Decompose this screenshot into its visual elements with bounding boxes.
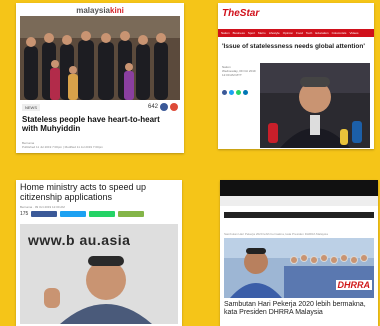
nav-item[interactable]: Columnists [332,31,347,35]
share-icon[interactable] [170,103,178,111]
category-tag[interactable]: NEWS [22,104,40,111]
share-bar: 175 [20,211,145,217]
article-meta: Nation Wednesday, 09 Oct 2019 12:00 AM M… [222,65,256,77]
byline: Bernama Published 11 Jul 2019 7:00pm | M… [22,141,103,149]
article-photo: www.b au.asia [20,224,178,324]
share-count: 175 [20,211,29,217]
article-meta: Bernama · 09 Oct 2019 12:00 AM [20,205,65,209]
share-icon[interactable] [243,90,248,95]
news-card-thestar[interactable]: TheStar Nation Business Sport Metro Life… [218,3,374,149]
banner-url: www.b au.asia [28,232,131,248]
twitter-icon[interactable] [229,90,234,95]
facebook-icon[interactable] [160,103,168,111]
share-button[interactable] [118,211,145,217]
nav-item[interactable]: Education [315,31,328,35]
share-bar: 642 [148,103,178,111]
article-headline[interactable]: Home ministry acts to speed up citizensh… [20,182,180,202]
dhrra-logo: DHRRA [335,280,372,290]
nav-item[interactable]: Videos [349,31,358,35]
article-headline[interactable]: Stateless people have heart-to-heart wit… [22,115,172,133]
article-headline[interactable]: Sambutan Hari Pekerja 2020 lebih bermakn… [224,301,374,317]
nav-item[interactable]: Business [233,31,245,35]
nav-item[interactable]: Metro [258,31,266,35]
news-card-home-ministry[interactable]: Home ministry acts to speed up citizensh… [16,180,182,326]
article-headline[interactable]: 'Issue of statelessness needs global att… [222,43,370,50]
share-count: 642 [147,104,158,110]
breadcrumb: Sambutan Hari Pekerja 2020 lebih bermakn… [224,232,328,236]
nav-item[interactable]: Lifestyle [269,31,280,35]
facebook-icon[interactable] [222,90,227,95]
nav-bar: Nation Business Sport Metro Lifestyle Op… [218,29,374,37]
nav-item[interactable]: Food [296,31,303,35]
masthead: TheStar [218,3,374,25]
site-subheader [220,196,378,206]
share-icons [222,90,248,95]
news-card-dhrra[interactable]: Sambutan Hari Pekerja 2020 lebih bermakn… [220,180,378,326]
nav-item[interactable]: Nation [221,31,230,35]
thestar-logo: TheStar [222,8,260,19]
malaysiakini-logo: malaysiakini [76,6,124,15]
group-photo [20,16,180,100]
nav-item[interactable]: Sport [248,31,255,35]
twitter-share-button[interactable] [60,211,87,217]
facebook-share-button[interactable] [31,211,58,217]
whatsapp-icon[interactable] [236,90,241,95]
news-card-malaysiakini[interactable]: malaysiakini NEWS 642 Stateless people h… [16,3,184,153]
nav-item[interactable]: Tech [306,31,312,35]
article-photo [260,63,370,148]
site-header [220,180,378,196]
nav-bar[interactable] [224,212,374,218]
whatsapp-share-button[interactable] [89,211,116,217]
nav-item[interactable]: Opinion [283,31,293,35]
